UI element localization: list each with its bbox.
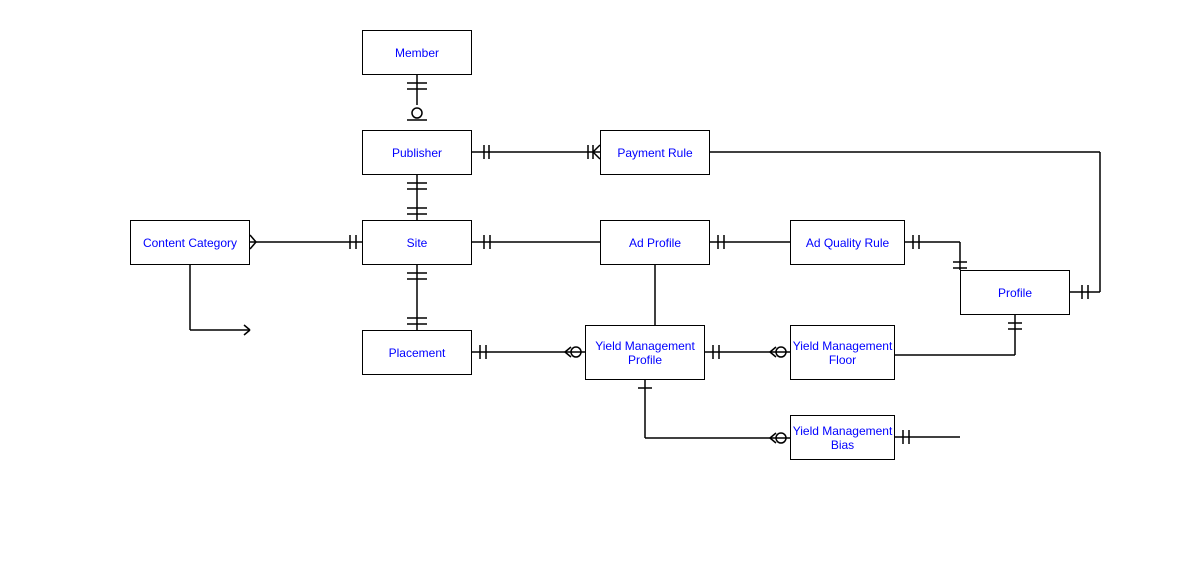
entity-yield-mgmt-bias: Yield Management Bias	[790, 415, 895, 460]
entity-ad-profile: Ad Profile	[600, 220, 710, 265]
entity-placement: Placement	[362, 330, 472, 375]
entity-content-category: Content Category	[130, 220, 250, 265]
entity-ad-quality-rule: Ad Quality Rule	[790, 220, 905, 265]
entity-publisher: Publisher	[362, 130, 472, 175]
entity-yield-mgmt-floor: Yield Management Floor	[790, 325, 895, 380]
diagram-container: Member Publisher Content Category Site P…	[0, 0, 1201, 567]
entity-member: Member	[362, 30, 472, 75]
entity-profile: Profile	[960, 270, 1070, 315]
entity-payment-rule: Payment Rule	[600, 130, 710, 175]
entity-site: Site	[362, 220, 472, 265]
entity-yield-mgmt-profile: Yield Management Profile	[585, 325, 705, 380]
